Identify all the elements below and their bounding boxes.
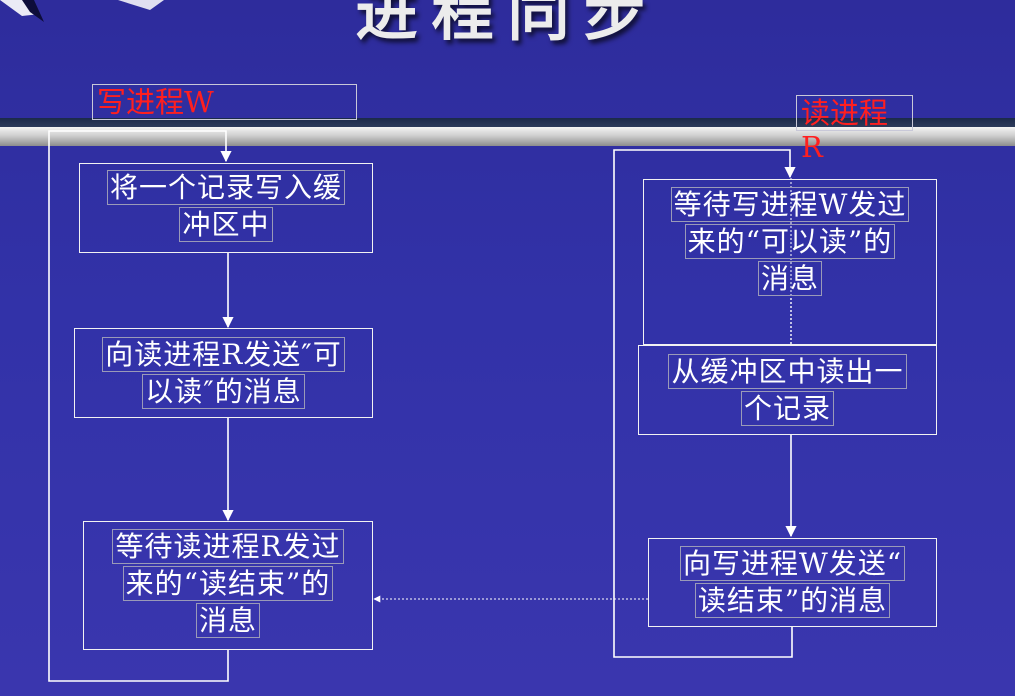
text-line: 冲区中 — [179, 207, 273, 242]
text-line: 从缓冲区中读出一 — [668, 354, 907, 389]
text-line: 来的“读结束”的 — [122, 566, 334, 601]
text-line: 消息 — [195, 603, 260, 638]
writer-step-wait-read-done-text: 等待读进程R发过 来的“读结束”的 消息 — [83, 528, 373, 639]
text-line: 向写进程W发送“ — [679, 546, 906, 581]
reader-step-wait-readable-text: 等待写进程W发过 来的“可以读”的 消息 — [643, 186, 937, 297]
text-line: 向读进程R发送″可 — [102, 337, 345, 372]
reader-step-read-record-text: 从缓冲区中读出一 个记录 — [638, 353, 937, 427]
reader-step-send-read-done-text: 向写进程W发送“ 读结束”的消息 — [648, 545, 937, 619]
writer-step-send-readable-text: 向读进程R发送″可 以读″的消息 — [74, 336, 373, 410]
text-line: 消息 — [757, 261, 822, 296]
text-line: 以读″的消息 — [142, 374, 305, 409]
reader-process-label: 读进程R — [796, 95, 913, 164]
writer-step-write-record-text: 将一个记录写入缓 冲区中 — [79, 169, 373, 243]
text-line: 个记录 — [740, 391, 834, 426]
text-line: 将一个记录写入缓 — [106, 170, 345, 205]
text-line: 等待读进程R发过 — [112, 529, 344, 564]
writer-process-label: 写进程W — [92, 84, 357, 120]
text-line: 读结束”的消息 — [694, 583, 891, 618]
writer-process-label-text: 写进程W — [97, 85, 214, 119]
text-line: 等待写进程W发过 — [670, 187, 910, 222]
text-line: 来的“可以读”的 — [684, 224, 896, 259]
